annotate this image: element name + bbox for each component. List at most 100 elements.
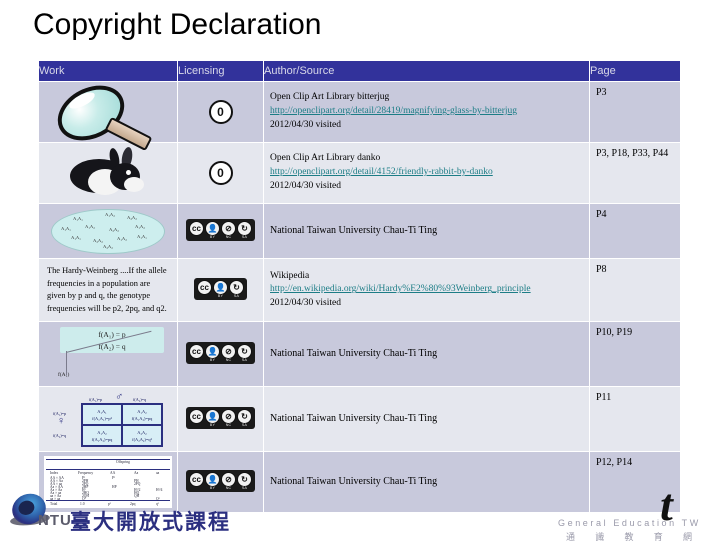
source-author: National Taiwan University Chau-Ti Ting: [270, 348, 438, 360]
table-row: Offspring Index Frequency AA Aa aa AA × …: [38, 451, 681, 514]
cc-label-sa: SA: [241, 423, 248, 428]
license-cell: 0: [177, 81, 264, 143]
column-header-licensing: Licensing: [177, 60, 264, 82]
cc-label-nc: NC: [225, 235, 232, 239]
column-header-source: Author/Source: [263, 60, 590, 82]
allele-pair: A₂A₂: [103, 244, 113, 249]
cc-by-icon: 👤: [213, 280, 228, 296]
source-cell: National Taiwan University Chau-Ti Ting: [263, 321, 590, 388]
cc-label-by: BY: [209, 486, 216, 491]
source-visit-date: 2012/04/30 visited: [270, 180, 341, 191]
datatable-group-header: Offspring: [116, 460, 130, 465]
cc-label-by: BY: [209, 235, 216, 239]
cc-sa-icon: ↻: [237, 472, 252, 488]
cc-badge-labels: cc BY NC SA: [189, 359, 252, 363]
allele-pair: A₂A₂: [93, 238, 103, 243]
source-author: National Taiwan University Chau-Ti Ting: [270, 476, 438, 488]
datatable-cell: 2PQ: [134, 482, 141, 487]
gene-pool-thumbnail: A₁A₁ A₁A₂ A₂A₂ A₁A₁ A₁A₂ A₂A₂ A₁A₂ A₁A₁ …: [47, 208, 169, 254]
license-cell: cc 👤 ↻ cc BY SA: [177, 257, 264, 323]
cc-nc-icon: ⊘: [221, 344, 236, 360]
magnifier-thumbnail: [48, 74, 168, 152]
male-symbol-icon: ♂: [115, 391, 124, 404]
ntu-abbreviation: NTU: [38, 512, 72, 529]
page-cell: P11: [589, 386, 681, 453]
cc-sa-icon: ↻: [229, 280, 244, 296]
datatable-cell: H²/4: [156, 488, 163, 493]
cc-badge-icons: cc 👤 ⊘ ↻: [189, 472, 252, 488]
page-cell: P8: [589, 257, 681, 323]
license-cell: cc 👤 ⊘ ↻ cc BY NC SA: [177, 203, 264, 259]
punnett-cell: A₂A₂ f(A₂A₂)=q²: [122, 425, 162, 447]
source-link[interactable]: http://openclipart.org/detail/4152/frien…: [270, 166, 583, 180]
cc-nc-icon: ⊘: [221, 472, 236, 488]
cc-label-by: BY: [217, 294, 224, 299]
table-row: 0 Open Clip Art Library bitterjug http:/…: [38, 74, 681, 152]
cc-by-nc-sa-badge: cc 👤 ⊘ ↻ cc BY NC SA: [186, 407, 255, 430]
formula-label: f(A₁): [58, 372, 70, 379]
punnett-frequency: f(A₂A₂)=q²: [132, 436, 152, 442]
cc-nc-icon: ⊘: [221, 409, 236, 425]
cc-sa-icon: ↻: [237, 409, 252, 425]
cc-icon: cc: [189, 472, 204, 488]
datatable-header: Index: [50, 471, 59, 476]
table-row: 0 Open Clip Art Library danko http://ope…: [38, 142, 681, 204]
source-title: Wikipedia: [270, 270, 310, 281]
source-author: National Taiwan University Chau-Ti Ting: [270, 224, 438, 236]
source-cell: Open Clip Art Library danko http://openc…: [263, 142, 590, 204]
punnett-row-header: f(A₁)=p: [53, 411, 67, 417]
source-link[interactable]: http://openclipart.org/detail/28419/magn…: [270, 105, 583, 119]
allele-pair: A₁A₁: [137, 234, 147, 239]
punnett-col-header: f(A₂)=q: [133, 397, 147, 403]
table-header-row: Work Licensing Author/Source Page: [38, 60, 681, 82]
offspring-frequency-table-thumbnail: Offspring Index Frequency AA Aa aa AA × …: [44, 456, 172, 509]
page-cell: P3, P18, P33, P44: [589, 142, 681, 204]
allele-pair: A₁A₂: [135, 224, 145, 229]
source-visit-date: 2012/04/30 visited: [270, 119, 341, 130]
column-header-page: Page: [589, 60, 681, 82]
cc-nc-icon: ⊘: [221, 221, 236, 236]
cc-badge-icons: cc 👤 ⊘ ↻: [189, 221, 252, 236]
work-cell: Offspring Index Frequency AA Aa aa AA × …: [38, 451, 178, 514]
cc-badge-icons: cc 👤 ⊘ ↻: [189, 344, 252, 360]
female-symbol-icon: ♀: [57, 415, 66, 428]
cc-icon: cc: [189, 221, 204, 236]
cc-badge-labels: cc BY SA: [197, 295, 244, 299]
cc-label-by: BY: [209, 358, 216, 363]
cc-badge-labels: cc BY NC SA: [189, 424, 252, 428]
rabbit-snout: [124, 177, 144, 192]
cc-sa-icon: ↻: [237, 221, 252, 236]
work-cell: [38, 142, 178, 204]
punnett-row-header: f(A₂)=q: [53, 433, 67, 439]
source-visit-date: 2012/04/30 visited: [270, 298, 341, 309]
cc-by-nc-sa-badge: cc 👤 ⊘ ↻ cc BY NC SA: [186, 470, 255, 493]
license-cell: 0: [177, 142, 264, 204]
cc-icon: cc: [189, 344, 204, 360]
source-link[interactable]: http://en.wikipedia.org/wiki/Hardy%E2%80…: [270, 283, 583, 297]
datatable-cell: Q²: [82, 497, 86, 502]
cc-zero-icon: 0: [208, 161, 233, 185]
allele-pair: A₂A₂: [127, 215, 137, 220]
license-cell: cc 👤 ⊘ ↻ cc BY NC SA: [177, 386, 264, 453]
punnett-square-thumbnail: ♂ ♀ f(A₁)=p f(A₂)=q f(A₁)=p f(A₂)=q A₁A₁…: [45, 391, 171, 448]
punnett-col-header: f(A₁)=p: [89, 397, 103, 403]
source-title: Open Clip Art Library bitterjug: [270, 92, 390, 103]
cc-label-blank: cc: [189, 236, 204, 240]
punnett-cell: A₁A₂ f(A₁A₂)=pq: [122, 404, 162, 426]
table-body: 0 Open Clip Art Library bitterjug http:/…: [38, 74, 681, 514]
cc-label-nc: NC: [225, 423, 232, 428]
allele-pair: A₁A₂: [117, 236, 127, 241]
source-author: National Taiwan University Chau-Ti Ting: [270, 413, 438, 425]
source-cell: National Taiwan University Chau-Ti Ting: [263, 386, 590, 453]
work-cell: A₁A₁ A₁A₂ A₂A₂ A₁A₁ A₁A₂ A₂A₂ A₁A₂ A₁A₁ …: [38, 203, 178, 259]
punnett-cell: A₁A₁ f(A₁A₁)=p²: [82, 404, 122, 426]
cc-label-sa: SA: [233, 294, 240, 299]
punnett-frequency: f(A₁A₂)=pq: [131, 415, 153, 421]
page-cell: P10, P19: [589, 321, 681, 388]
work-cell: f(A₁) = p f(A₂) = q f(A₁): [38, 321, 178, 388]
punnett-grid: A₁A₁ f(A₁A₁)=p² A₁A₂ f(A₁A₂)=pq A₁A₂ f(A…: [81, 403, 163, 448]
cc-badge-labels: cc BY NC SA: [189, 487, 252, 491]
datatable-header: Aa: [134, 471, 139, 476]
datatable-cell: QH: [134, 494, 140, 499]
cc-zero-icon: 0: [208, 100, 233, 124]
